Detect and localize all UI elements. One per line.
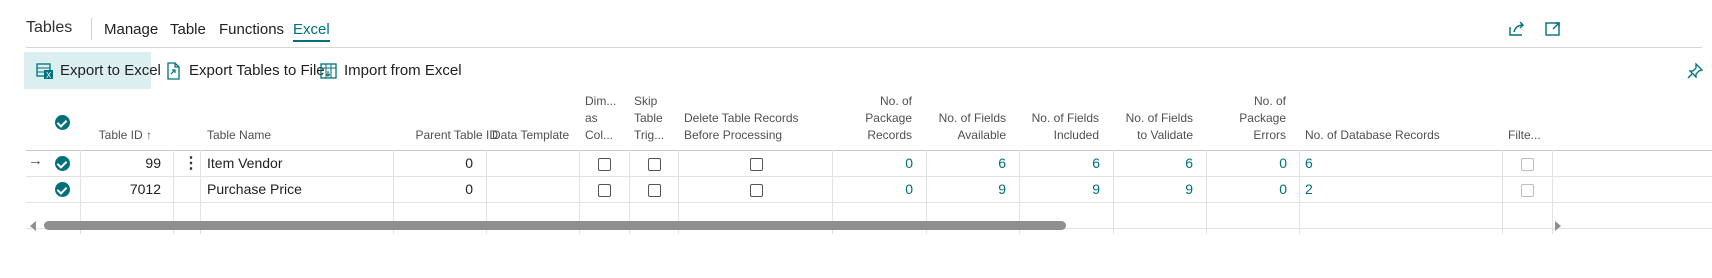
tab-functions[interactable]: Functions: [219, 21, 284, 38]
scroll-left-arrow-icon[interactable]: [30, 221, 36, 231]
select-all-checkmark-icon[interactable]: [55, 115, 70, 130]
cell-package-errors[interactable]: 0: [1206, 176, 1287, 202]
export-tables-to-file-button[interactable]: Export Tables to File: [165, 52, 325, 89]
cell-database-records[interactable]: 6: [1305, 150, 1405, 176]
excel-export-icon: X: [36, 62, 54, 80]
cell-fields-available[interactable]: 6: [926, 150, 1006, 176]
cell-package-records[interactable]: 0: [832, 150, 913, 176]
cell-fields-included[interactable]: 9: [1019, 176, 1100, 202]
cell-fields-available[interactable]: 9: [926, 176, 1006, 202]
import-from-excel-button[interactable]: Import from Excel: [320, 52, 462, 89]
delete-records-checkbox[interactable]: [750, 158, 763, 171]
col-header-package-errors[interactable]: No. of Package Errors: [1206, 94, 1300, 150]
dim-as-col-checkbox[interactable]: [598, 184, 611, 197]
cell-fields-validate[interactable]: 9: [1113, 176, 1193, 202]
tab-excel[interactable]: Excel: [293, 21, 330, 42]
col-header-table-id[interactable]: Table ID ↑: [80, 94, 160, 150]
import-from-excel-label: Import from Excel: [344, 62, 462, 79]
col-header-fields-available[interactable]: No. of Fields Available: [926, 94, 1020, 150]
col-header-table-name[interactable]: Table Name: [201, 94, 391, 150]
svg-text:X: X: [46, 71, 52, 80]
skip-table-trig-checkbox[interactable]: [648, 184, 661, 197]
tab-manage[interactable]: Manage: [104, 21, 158, 38]
filter-checkbox: [1521, 184, 1534, 197]
col-header-package-records[interactable]: No. of Package Records: [832, 94, 926, 150]
col-header-fields-included[interactable]: No. of Fields Included: [1019, 94, 1113, 150]
col-header-skip-table-trig[interactable]: Skip Table Trig...: [628, 94, 678, 150]
cell-package-records[interactable]: 0: [832, 176, 913, 202]
cell-parent-table-id[interactable]: 0: [393, 150, 473, 176]
col-header-fields-validate[interactable]: No. of Fields to Validate: [1113, 94, 1207, 150]
row-menu-ellipsis-icon[interactable]: ⋮: [183, 153, 199, 173]
tabs-divider: [26, 47, 1702, 48]
pin-icon[interactable]: [1686, 62, 1704, 80]
export-file-icon: [165, 61, 183, 80]
dim-as-col-checkbox[interactable]: [598, 158, 611, 171]
export-tables-to-file-label: Export Tables to File: [189, 62, 325, 79]
export-to-excel-button[interactable]: X Export to Excel: [24, 52, 161, 89]
tab-table[interactable]: Table: [170, 21, 206, 38]
filter-checkbox: [1521, 158, 1534, 171]
excel-import-icon: [320, 62, 338, 80]
cell-database-records[interactable]: 2: [1305, 176, 1405, 202]
tab-bar: Tables Manage Table Functions Excel: [0, 0, 1712, 48]
cell-fields-validate[interactable]: 6: [1113, 150, 1193, 176]
current-row-arrow-icon: →: [28, 152, 43, 169]
row-select-checkmark-icon[interactable]: [55, 156, 70, 171]
col-header-dim-as-col[interactable]: Dim... as Col...: [579, 94, 629, 150]
share-icon[interactable]: [1506, 18, 1528, 40]
tabs-separator: [91, 18, 92, 40]
skip-table-trig-checkbox[interactable]: [648, 158, 661, 171]
col-header-data-template[interactable]: Data Template: [486, 94, 579, 150]
cell-fields-included[interactable]: 6: [1019, 150, 1100, 176]
page-title: Tables: [26, 19, 73, 36]
cell-table-id[interactable]: 7012: [80, 176, 161, 202]
cell-table-name[interactable]: Purchase Price: [207, 176, 387, 202]
cell-table-name[interactable]: Item Vendor: [207, 150, 387, 176]
row-select-checkmark-icon[interactable]: [55, 182, 70, 197]
cell-parent-table-id[interactable]: 0: [393, 176, 473, 202]
delete-records-checkbox[interactable]: [750, 184, 763, 197]
expand-icon[interactable]: [1542, 18, 1564, 40]
col-header-filter[interactable]: Filte...: [1502, 94, 1562, 150]
col-header-delete-records[interactable]: Delete Table Records Before Processing: [678, 94, 832, 150]
cell-package-errors[interactable]: 0: [1206, 150, 1287, 176]
cell-table-id[interactable]: 99: [80, 150, 161, 176]
scroll-right-arrow-icon[interactable]: [1555, 221, 1561, 231]
export-to-excel-label: Export to Excel: [60, 62, 161, 79]
tables-grid: Table ID ↑ Table Name Parent Table ID Da…: [26, 94, 1712, 236]
scrollbar-thumb[interactable]: [44, 221, 1066, 230]
row-divider: [26, 202, 1712, 203]
col-header-database-records[interactable]: No. of Database Records: [1299, 94, 1499, 150]
